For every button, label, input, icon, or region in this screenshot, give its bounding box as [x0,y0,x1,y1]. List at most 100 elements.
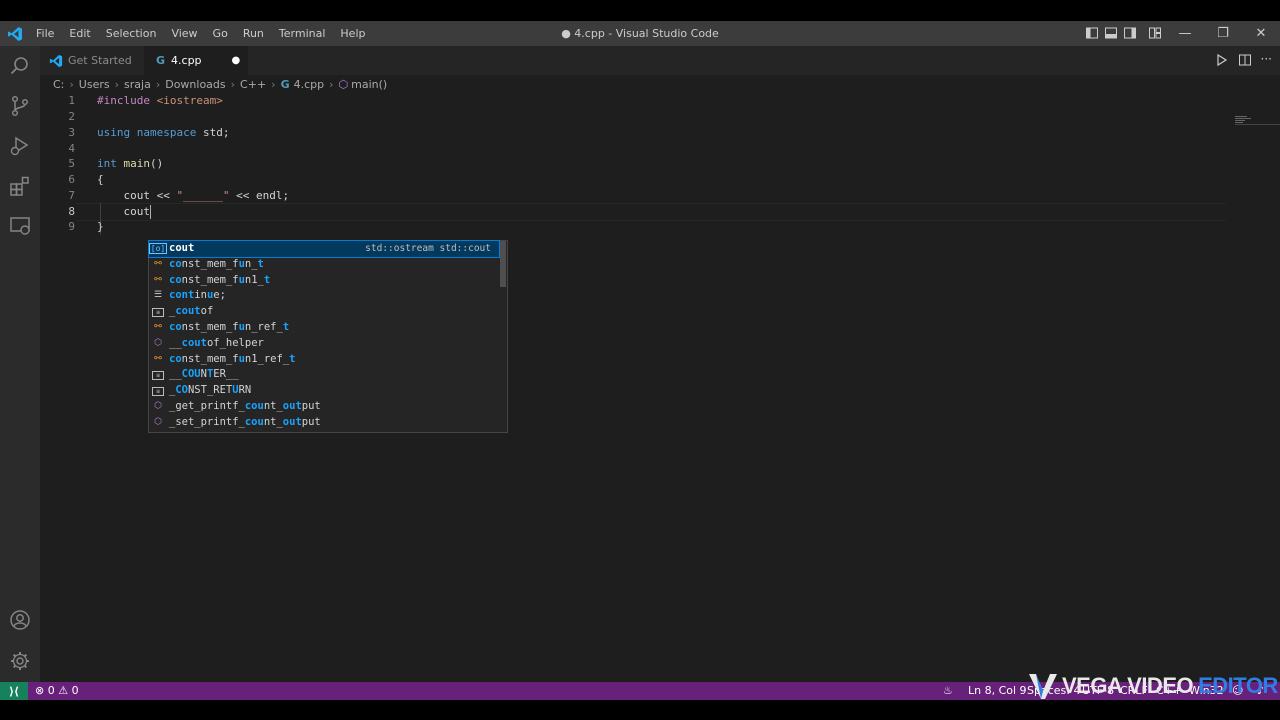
suggestion-label: const_mem_fun_ref_t [169,321,290,333]
watermark-text: VEGA VIDEO [1062,673,1194,698]
menu-view[interactable]: View [171,27,197,40]
editor-actions: ··· [1215,53,1272,67]
suggestion-label: _CONST_RETURN [169,384,252,397]
menu-selection[interactable]: Selection [106,27,157,40]
cpp-file-icon: G [280,77,290,91]
problems-indicator[interactable]: ⊗ 0 ⚠ 0 [35,682,79,700]
line-number: 7 [68,189,75,202]
suggestion-label: const_mem_fun1_t [169,273,271,286]
toggle-secondary-sidebar-icon[interactable] [1123,26,1137,40]
breadcrumb-item[interactable]: C: [53,78,64,91]
code-token: << endl; [229,189,290,202]
suggestion-item[interactable]: ⬡ _get_printf_count_output [149,399,499,415]
gear-icon[interactable] [8,649,32,673]
suggestion-detail: std::ostream std::cout [365,243,491,254]
activity-bar [0,46,40,682]
suggestion-item[interactable]: ≡ __COUNTER__ [149,367,499,383]
close-button[interactable]: ✕ [1242,21,1280,46]
menu-go[interactable]: Go [213,27,228,40]
current-line-highlight [76,203,1226,221]
chevron-right-icon: › [114,77,120,91]
code-line: cout << "______" << endl; [97,188,289,204]
suggestion-item[interactable]: ☰ continue; [149,288,499,304]
search-icon[interactable] [8,54,32,78]
chevron-right-icon: › [155,77,161,91]
menu-run[interactable]: Run [243,27,264,40]
split-editor-icon[interactable] [1238,53,1252,67]
error-count: 0 [47,684,55,697]
warning-count: 0 [71,684,79,697]
keyword-token: namespace [136,126,197,139]
flame-icon[interactable]: ♨ [943,682,953,700]
breadcrumb-item[interactable]: main() [351,78,387,91]
error-icon: ⊗ [35,684,45,697]
breadcrumb-item[interactable]: sraja [124,78,151,91]
suggestion-label: __COUNTER__ [169,368,239,381]
chevron-right-icon: › [271,77,276,91]
watermark-text-accent: EDITOR [1198,673,1278,698]
suggestion-item[interactable]: ⚯ const_mem_fun1_ref_t [149,352,499,368]
breadcrumb-item[interactable]: Users [79,78,110,91]
vscode-logo-icon [49,54,63,67]
customize-layout-icon[interactable] [1148,26,1162,40]
suggestion-item[interactable]: ≡ _coutof [149,304,499,320]
remote-icon: ⟩⟨ [8,684,20,698]
cpp-file-icon: G [156,54,166,67]
code-line: { [97,173,104,186]
toggle-panel-icon[interactable] [1104,26,1118,40]
suggestion-widget: [o] cout std::ostream std::cout ⚯ const_mem_… [148,240,508,433]
unsaved-dot-icon[interactable]: ● [232,55,241,66]
suggestion-item[interactable]: ⚯ const_mem_fun1_t [149,273,499,289]
minimap[interactable] [1233,115,1280,129]
run-icon[interactable] [1215,53,1229,67]
layout-controls [1085,26,1167,40]
cursor-position[interactable]: Ln 8, Col 9 [968,682,1027,700]
suggestion-label: const_mem_fun_t [169,257,264,270]
suggestion-item[interactable]: ⚯ const_mem_fun_ref_t [149,320,499,336]
code-token: cout << [97,189,177,202]
suggestion-item[interactable]: ⚯ const_mem_fun_t [149,257,499,273]
tab-label: 4.cpp [171,54,202,67]
extensions-icon[interactable] [8,174,32,198]
breadcrumb-item[interactable]: Downloads [165,78,225,91]
restore-button[interactable]: ❐ [1204,21,1242,46]
account-icon[interactable] [8,608,32,632]
variable-icon: [o] [148,243,168,255]
line-number: 1 [68,94,75,107]
chevron-right-icon: › [329,77,334,91]
source-control-icon[interactable] [8,94,32,118]
suggestion-item[interactable]: ≡ _CONST_RETURN [149,383,499,399]
code-line: } [97,220,104,233]
tab-4-cpp[interactable]: G 4.cpp ● [144,46,248,75]
suggestion-item[interactable]: ⬡ __coutof_helper [149,336,499,352]
class-icon: ⚯ [154,274,162,285]
chevron-right-icon: › [69,77,74,91]
toggle-sidebar-icon[interactable] [1085,26,1099,40]
breadcrumb-item[interactable]: C++ [240,78,266,91]
suggestion-item[interactable]: [o] cout std::ostream std::cout [148,240,500,258]
code-token: () [150,157,164,170]
suggestion-scrollbar[interactable] [500,241,506,287]
breadcrumb-item[interactable]: 4.cpp [294,78,325,91]
menu-terminal[interactable]: Terminal [279,27,326,40]
text-cursor [149,205,151,219]
more-actions-icon[interactable]: ··· [1261,53,1272,67]
line-number: 2 [68,110,75,123]
menu-file[interactable]: File [36,27,54,40]
run-debug-icon[interactable] [8,134,32,158]
watermark-logo: VEGA VIDEO EDITOR [1028,666,1278,700]
window-title: ● 4.cpp - Visual Studio Code [561,27,719,40]
menu-help[interactable]: Help [340,27,365,40]
include-path-token: <iostream> [149,94,223,107]
tab-get-started[interactable]: Get Started [40,46,144,75]
suggestion-label: cout [169,242,195,254]
code-line: #include <iostream> [97,93,223,109]
minimize-button[interactable]: — [1166,21,1204,46]
menu-edit[interactable]: Edit [69,27,90,40]
remote-indicator[interactable]: ⟩⟨ [0,682,28,700]
method-icon: ⬡ [154,401,162,411]
remote-explorer-icon[interactable] [8,214,32,238]
vega-logo-icon [1029,674,1057,699]
suggestion-label: _get_printf_count_output [169,400,321,412]
suggestion-item[interactable]: ⬡ _set_printf_count_output [149,415,499,431]
